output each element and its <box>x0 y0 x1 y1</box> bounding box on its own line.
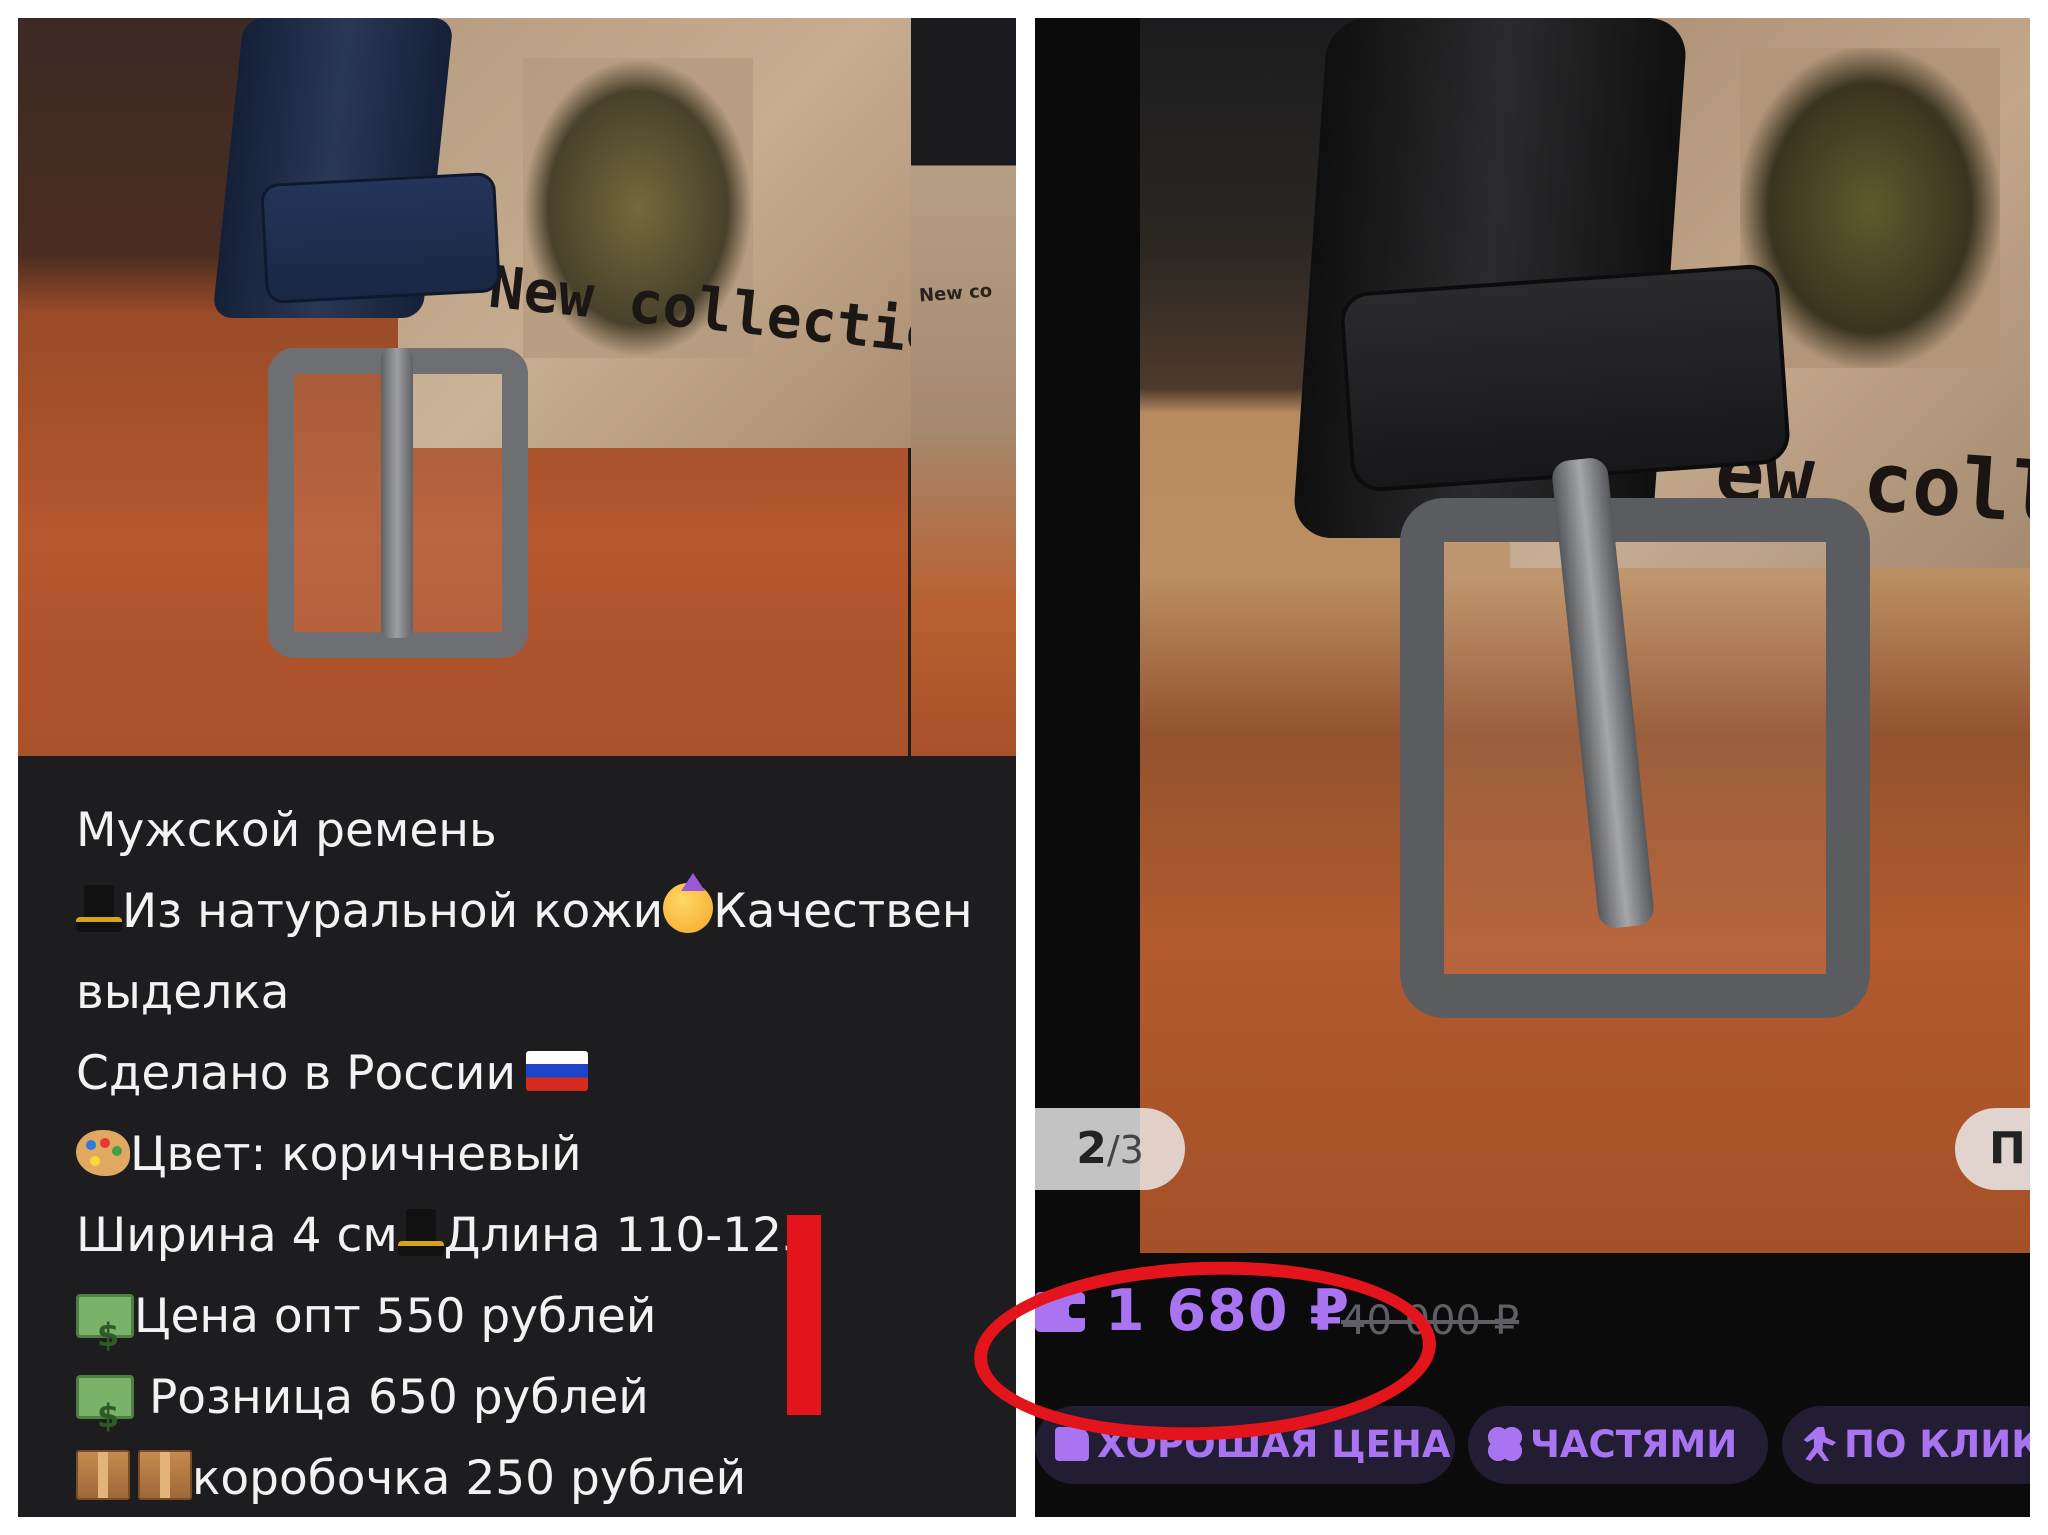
desc-line-retail: Розница 650 рублей <box>76 1357 973 1457</box>
clover-icon <box>1488 1427 1522 1461</box>
badge-label: ПО КЛИК <box>1844 1423 2030 1466</box>
desc-text: Розница 650 рублей <box>148 1370 649 1425</box>
next-button[interactable]: П <box>1955 1108 2030 1190</box>
desc-line-size: Ширина 4 см Длина 110-125 <box>76 1195 973 1276</box>
palette-icon <box>76 1130 130 1176</box>
desc-line-finish: выделка <box>76 952 973 1033</box>
desc-line-origin: Сделано в России <box>76 1033 973 1114</box>
product-photo-side[interactable]: New co <box>911 18 1016 756</box>
desc-text: Качествен <box>713 884 973 939</box>
top-hat-icon <box>76 881 122 933</box>
counter-current: 2 <box>1076 1123 1107 1174</box>
badge-installments[interactable]: ЧАСТЯМИ <box>1468 1406 1768 1484</box>
desc-text: выделка <box>76 965 290 1020</box>
buckle-prong <box>381 348 413 638</box>
badge-one-click[interactable]: ПО КЛИК <box>1782 1406 2030 1484</box>
desc-text: Цвет: коричневый <box>130 1127 582 1182</box>
thumbs-up-icon <box>1055 1427 1089 1461</box>
counter-total: 3 <box>1119 1128 1144 1172</box>
counter-separator: / <box>1106 1128 1120 1172</box>
red-annotation-bar <box>787 1215 821 1415</box>
party-face-icon <box>663 873 714 933</box>
side-caption: New co <box>918 280 993 307</box>
image-counter: 2/3 <box>1035 1108 1185 1190</box>
desc-line-material: Из натуральной кожи Качествен <box>76 871 973 952</box>
product-description: Мужской ремень Из натуральной кожи Качест… <box>76 790 973 1517</box>
desc-text: коробочка 250 рублей <box>192 1451 747 1506</box>
desc-text: Мужской ремень <box>76 803 497 858</box>
belt-loop <box>260 171 501 305</box>
desc-text: Длина 110-125 <box>443 1208 812 1263</box>
russia-flag-icon <box>526 1051 589 1091</box>
desc-line-box: коробочка 250 рублей <box>76 1438 973 1517</box>
desc-line-title: Мужской ремень <box>76 790 973 871</box>
desc-text: Цена опт 550 рублей <box>134 1289 657 1344</box>
top-hat-icon <box>397 1205 444 1257</box>
desc-text: Сделано в России <box>76 1046 517 1101</box>
product-photo-main[interactable]: ew colle <box>1140 18 2030 1253</box>
money-icon <box>76 1294 134 1376</box>
left-panel: New collection New co Мужской ремень Из … <box>18 18 1016 1517</box>
badge-label: ЧАСТЯМИ <box>1530 1423 1738 1466</box>
desc-text: Ширина 4 см <box>76 1208 398 1263</box>
runner-icon <box>1803 1427 1836 1461</box>
package-icon <box>76 1450 130 1500</box>
package-icon <box>138 1450 192 1500</box>
money-icon <box>76 1375 134 1457</box>
desc-line-color: Цвет: коричневый <box>76 1114 973 1195</box>
belt-loop <box>1338 262 1792 494</box>
desc-text: Из натуральной кожи <box>122 884 664 939</box>
desc-line-wholesale: Цена опт 550 рублей <box>76 1276 973 1376</box>
product-photo-left[interactable]: New collection <box>18 18 979 756</box>
